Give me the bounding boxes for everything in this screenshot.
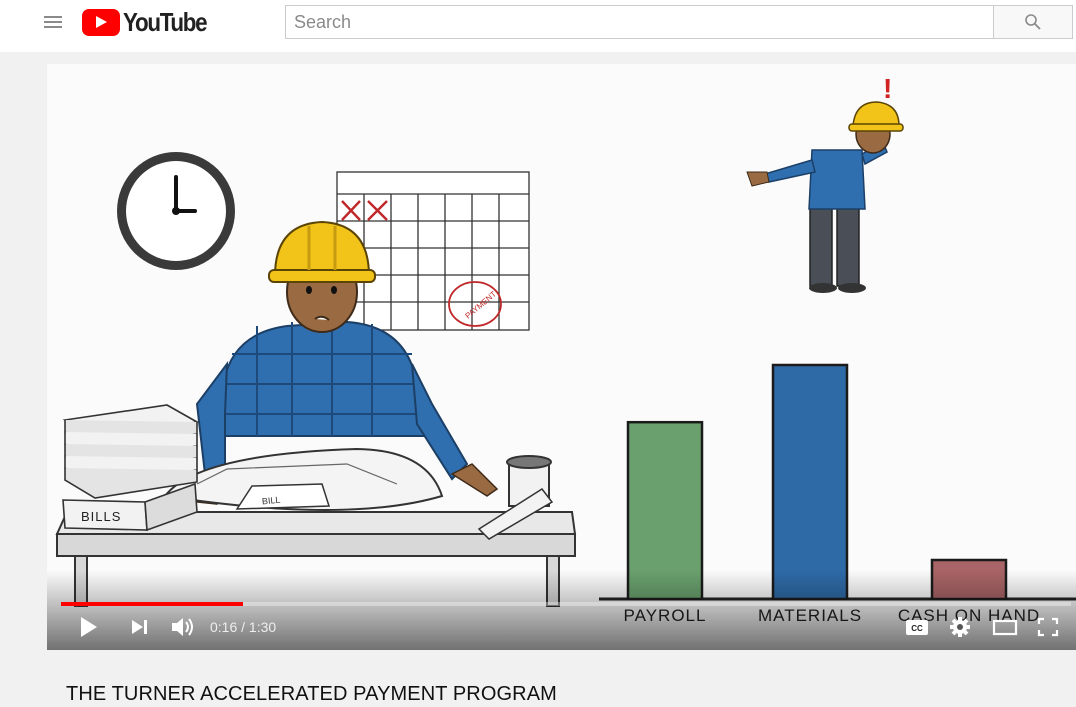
bill-label: BILL	[261, 495, 280, 507]
volume-button[interactable]	[169, 614, 197, 640]
video-frame: PAYMENT BILL BILLS !	[55, 73, 1076, 625]
closed-captions-icon: CC	[906, 620, 928, 635]
gear-icon	[950, 617, 970, 637]
search-input[interactable]	[285, 5, 993, 39]
video-player[interactable]: PAYMENT BILL BILLS ! 0:16 / 1:30 CC	[47, 64, 1076, 650]
next-icon	[132, 620, 147, 634]
search-icon	[1025, 14, 1041, 30]
volume-icon	[172, 618, 193, 636]
fullscreen-button[interactable]	[1035, 614, 1061, 640]
exclamation-mark: !	[883, 73, 892, 104]
search-button[interactable]	[993, 5, 1073, 39]
progress-played	[61, 602, 243, 606]
fullscreen-icon	[1037, 617, 1059, 637]
video-title: THE TURNER ACCELERATED PAYMENT PROGRAM	[66, 683, 557, 705]
next-button[interactable]	[129, 614, 151, 640]
svg-text:CC: CC	[911, 624, 923, 633]
bills-label: BILLS	[81, 509, 121, 524]
chart-bar-2	[771, 363, 849, 601]
captions-button[interactable]: CC	[903, 614, 931, 640]
settings-button[interactable]	[947, 614, 973, 640]
progress-bar[interactable]	[61, 602, 1071, 606]
logo-text: YouTube	[123, 6, 208, 37]
time-display: 0:16 / 1:30	[210, 619, 277, 635]
worker-on-bar-illustration: !	[746, 73, 904, 293]
play-button[interactable]	[77, 614, 101, 640]
menu-icon[interactable]	[44, 13, 62, 31]
player-controls: 0:16 / 1:30 CC	[47, 612, 1076, 646]
theater-mode-button[interactable]	[991, 614, 1019, 640]
play-icon	[81, 617, 97, 637]
theater-mode-icon	[992, 619, 1018, 636]
youtube-logo[interactable]: YouTube	[82, 6, 220, 37]
search-bar	[285, 5, 1075, 39]
clock-illustration	[117, 152, 235, 270]
masthead: YouTube	[0, 0, 1076, 52]
play-logo-icon	[82, 8, 120, 36]
